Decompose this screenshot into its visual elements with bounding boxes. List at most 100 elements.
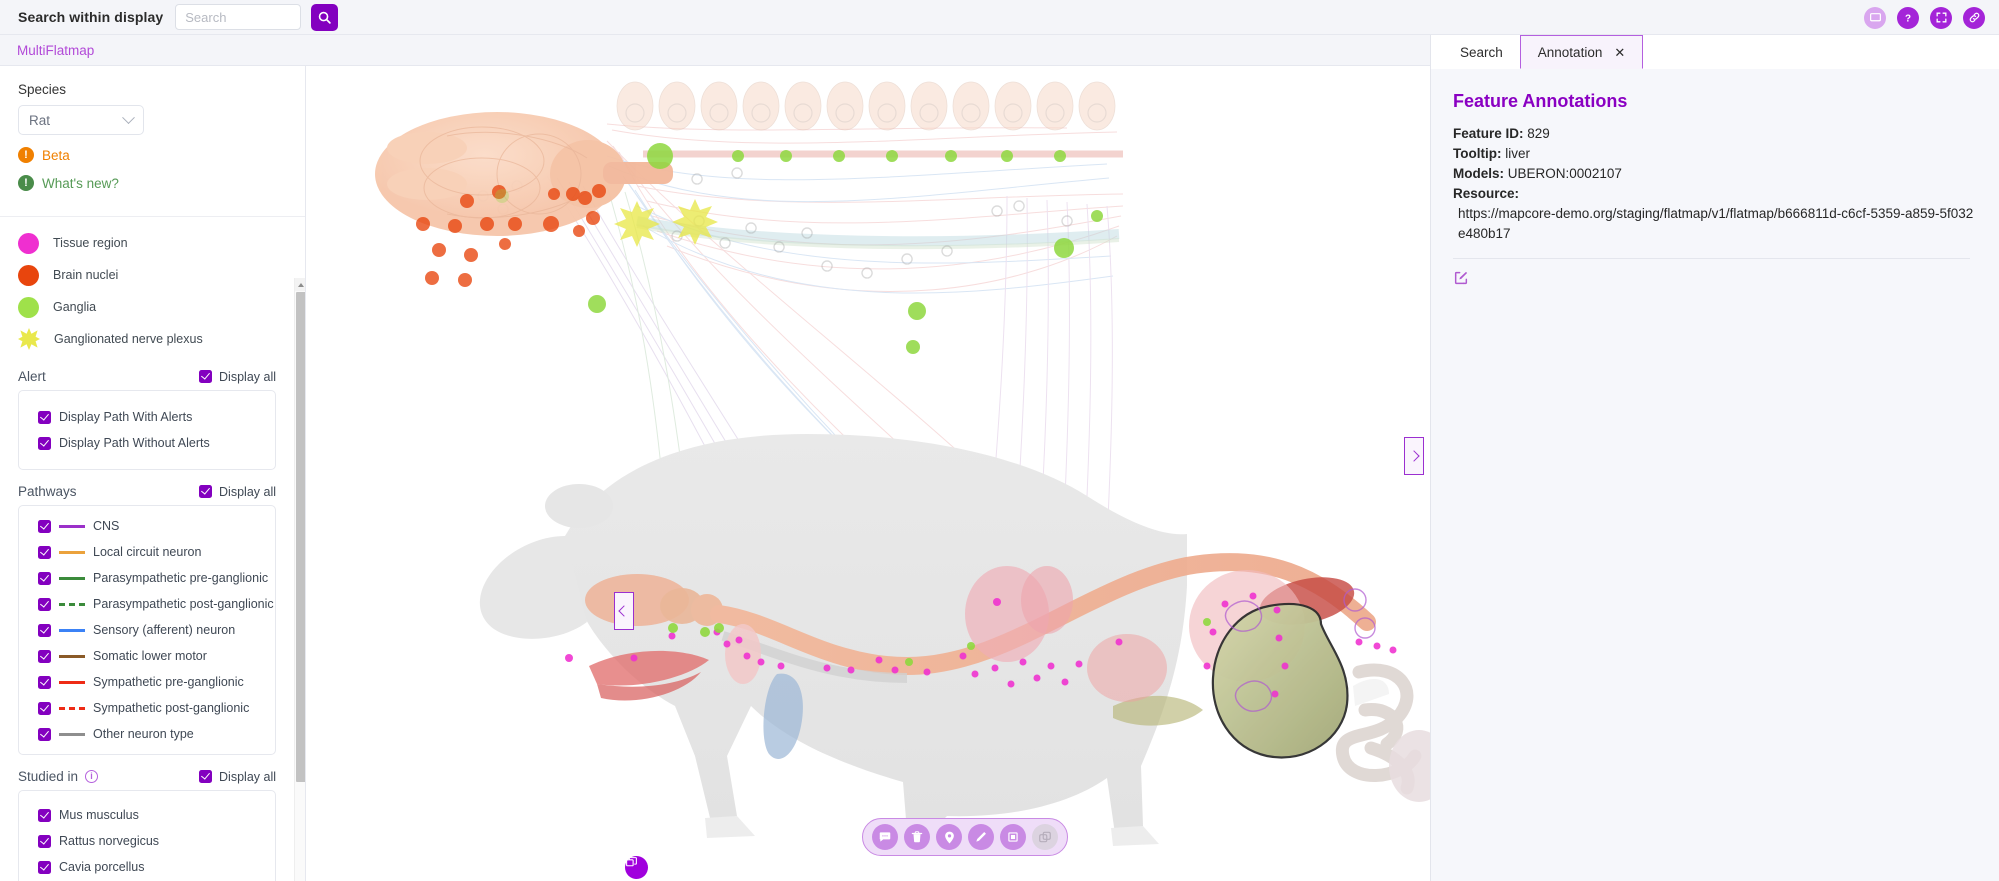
map-tools-toolbar (862, 818, 1068, 856)
checkbox-icon[interactable] (38, 436, 51, 450)
pathways-title: Pathways (18, 484, 77, 499)
models-row: Models: UBERON:0002107 (1453, 164, 1976, 184)
fullscreen-icon-button[interactable] (1930, 6, 1952, 29)
close-icon[interactable]: ✕ (1614, 46, 1625, 59)
legend-marker-ganglia[interactable]: Ganglia (18, 291, 288, 323)
link-icon-button[interactable] (1963, 6, 1985, 29)
delete-button[interactable] (904, 824, 930, 850)
search-button[interactable] (311, 3, 339, 31)
legend-marker-tissue-region[interactable]: Tissue region (18, 227, 288, 259)
edit-annotation-button[interactable] (1453, 270, 1469, 286)
checkbox-icon[interactable] (38, 675, 51, 689)
models-value: UBERON:0002107 (1507, 166, 1622, 181)
help-icon-button[interactable]: ? (1897, 6, 1919, 29)
checkbox-icon[interactable] (199, 770, 213, 783)
fullscreen-icon (1936, 12, 1946, 23)
tab-annotation[interactable]: Annotation ✕ (1519, 35, 1644, 69)
link-icon (1969, 12, 1979, 23)
app-root: Search within display ? (0, 0, 1999, 881)
scroll-up-arrow-icon[interactable] (295, 278, 305, 291)
checkbox-icon[interactable] (38, 727, 51, 741)
collapse-right-panel-button[interactable] (1404, 437, 1424, 475)
pathway-row-parasympathetic-post-ganglionic[interactable]: Parasympathetic post-ganglionic (38, 596, 275, 612)
sidebar-scrollbar[interactable] (294, 278, 305, 881)
help-icon: ? (1905, 13, 1911, 24)
display-icon-button[interactable] (1864, 6, 1886, 29)
crop-frame-icon (1008, 832, 1018, 842)
pathway-label: Sympathetic pre-ganglionic (93, 675, 244, 689)
pathway-row-somatic-lower-motor[interactable]: Somatic lower motor (38, 648, 275, 664)
studied-in-label: Rattus norvegicus (59, 834, 160, 848)
panel-divider (1453, 258, 1970, 259)
checkbox-icon[interactable] (38, 834, 51, 848)
pathway-label: Parasympathetic post-ganglionic (93, 597, 274, 611)
models-key: Models: (1453, 166, 1505, 181)
pathways-display-all-toggle[interactable]: Display all (199, 485, 276, 499)
search-input[interactable] (175, 4, 302, 30)
right-side-panel: Search Annotation ✕ Feature Annotations … (1430, 35, 1999, 881)
checkbox-row-display-path-without-alerts[interactable]: Display Path Without Alerts (38, 435, 275, 451)
annotation-comment-button[interactable] (872, 824, 898, 850)
pathways-group-header: Pathways Display all (18, 484, 276, 499)
pathway-label: Other neuron type (93, 727, 194, 741)
search-container (175, 3, 339, 31)
chevron-left-icon (618, 605, 630, 617)
legend-content: Tissue region Brain nuclei Ganglia Gangl… (0, 217, 288, 881)
checkbox-icon[interactable] (199, 370, 213, 383)
checkbox-icon[interactable] (38, 571, 51, 585)
pathway-row-other-neuron-type[interactable]: Other neuron type (38, 726, 275, 742)
checkbox-icon[interactable] (38, 860, 51, 874)
map-pin-button[interactable] (936, 824, 962, 850)
display-all-label: Display all (219, 484, 276, 499)
pathway-row-parasympathetic-pre-ganglionic[interactable]: Parasympathetic pre-ganglionic (38, 570, 275, 586)
open-new-window-button[interactable] (625, 856, 648, 879)
flatmap-canvas[interactable] (307, 66, 1430, 881)
pathway-row-sympathetic-pre-ganglionic[interactable]: Sympathetic pre-ganglionic (38, 674, 275, 690)
pathway-line-swatch (59, 550, 85, 554)
resource-url[interactable]: https://mapcore-demo.org/staging/flatmap… (1453, 204, 1976, 244)
studied-in-row-mus-musculus[interactable]: Mus musculus (38, 807, 275, 823)
legend-scroll-region[interactable]: Tissue region Brain nuclei Ganglia Gangl… (0, 216, 305, 881)
species-select-value: Rat (29, 112, 51, 128)
display-all-label: Display all (219, 769, 276, 784)
scrollbar-thumb[interactable] (296, 292, 305, 782)
pathway-row-sympathetic-post-ganglionic[interactable]: Sympathetic post-ganglionic (38, 700, 275, 716)
checkbox-icon[interactable] (38, 597, 51, 611)
legend-marker-brain-nuclei[interactable]: Brain nuclei (18, 259, 288, 291)
checkbox-icon[interactable] (38, 701, 51, 715)
svg-text:?: ? (1905, 13, 1911, 24)
breadcrumb-multiflatmap[interactable]: MultiFlatmap (17, 43, 94, 58)
pathway-row-cns[interactable]: CNS (38, 518, 275, 534)
tab-search[interactable]: Search (1443, 35, 1520, 69)
pathway-row-sensory-afferent-neuron[interactable]: Sensory (afferent) neuron (38, 622, 275, 638)
checkbox-icon[interactable] (199, 485, 213, 498)
pathway-row-local-circuit-neuron[interactable]: Local circuit neuron (38, 544, 275, 560)
alert-display-all-toggle[interactable]: Display all (199, 370, 276, 384)
checkbox-icon[interactable] (38, 808, 51, 822)
collapse-left-panel-button[interactable] (614, 592, 634, 630)
checkbox-icon[interactable] (38, 545, 51, 559)
species-select[interactable]: Rat (18, 105, 144, 135)
studied-in-row-rattus-norvegicus[interactable]: Rattus norvegicus (38, 833, 275, 849)
studied-in-row-cavia-porcellus[interactable]: Cavia porcellus (38, 859, 275, 875)
checkbox-row-display-path-with-alerts[interactable]: Display Path With Alerts (38, 409, 275, 425)
pathway-label: Parasympathetic pre-ganglionic (93, 571, 269, 585)
checkbox-icon[interactable] (38, 623, 51, 637)
resource-key: Resource: (1453, 186, 1520, 201)
checkbox-label: Display Path With Alerts (59, 410, 193, 424)
annotation-panel-body: Feature Annotations Feature ID: 829 Tool… (1431, 69, 1999, 881)
beta-badge[interactable]: ! Beta (18, 147, 305, 163)
legend-marker-ganglionated-nerve-plexus[interactable]: Ganglionated nerve plexus (18, 323, 288, 355)
info-icon[interactable]: i (85, 770, 99, 783)
studied-in-display-all-toggle[interactable]: Display all (199, 770, 276, 784)
top-toolbar: Search within display ? (0, 0, 1999, 35)
crop-frame-button[interactable] (1000, 824, 1026, 850)
studied-in-label: Cavia porcellus (59, 860, 145, 874)
checkbox-icon[interactable] (38, 649, 51, 663)
checkbox-icon[interactable] (38, 410, 51, 424)
alert-title: Alert (18, 369, 46, 384)
whats-new-link[interactable]: ! What's new? (18, 175, 305, 191)
draw-button[interactable] (968, 824, 994, 850)
checkbox-icon[interactable] (38, 519, 51, 533)
breadcrumb-bar: MultiFlatmap (0, 35, 1430, 66)
